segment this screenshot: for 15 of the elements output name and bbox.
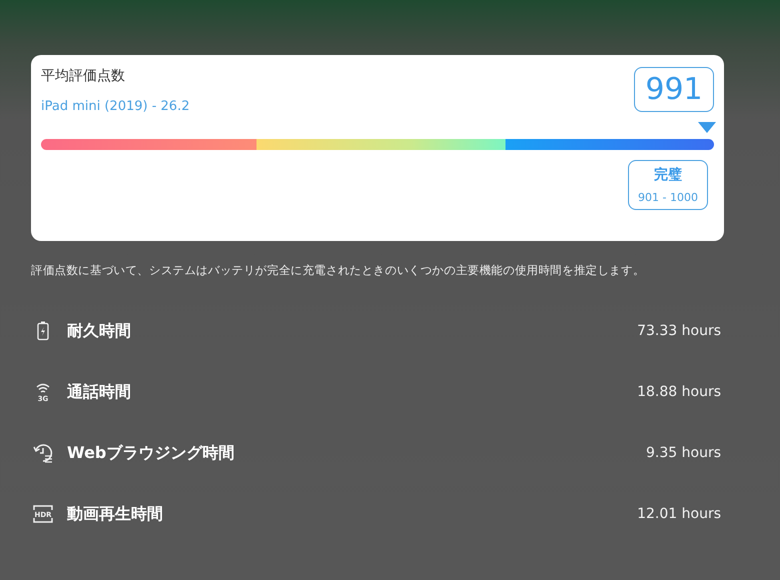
rating-range: 901 - 1000 <box>638 191 698 204</box>
metric-label: Webブラウジング時間 <box>67 442 236 464</box>
device-name: iPad mini (2019) - 26.2 <box>41 99 190 114</box>
metric-label: 通話時間 <box>67 382 132 402</box>
metric-value: 9.35 hours <box>646 445 721 461</box>
card-title: 平均評価点数 <box>41 67 126 85</box>
metric-value: 12.01 hours <box>637 506 721 522</box>
metric-value: 18.88 hours <box>637 384 721 400</box>
score-value: 991 <box>634 67 714 112</box>
rating-label: 完璧 <box>654 166 682 184</box>
metric-label: 耐久時間 <box>67 320 132 342</box>
history-icon <box>32 442 54 464</box>
metric-label: 動画再生時間 <box>67 504 164 524</box>
description: 評価点数に基づいて、システムはバッテリが完全に充電されたときのいくつかの主要機能の使用時間を推定します。 <box>31 263 646 278</box>
metric-value: 73.33 hours <box>637 323 721 339</box>
